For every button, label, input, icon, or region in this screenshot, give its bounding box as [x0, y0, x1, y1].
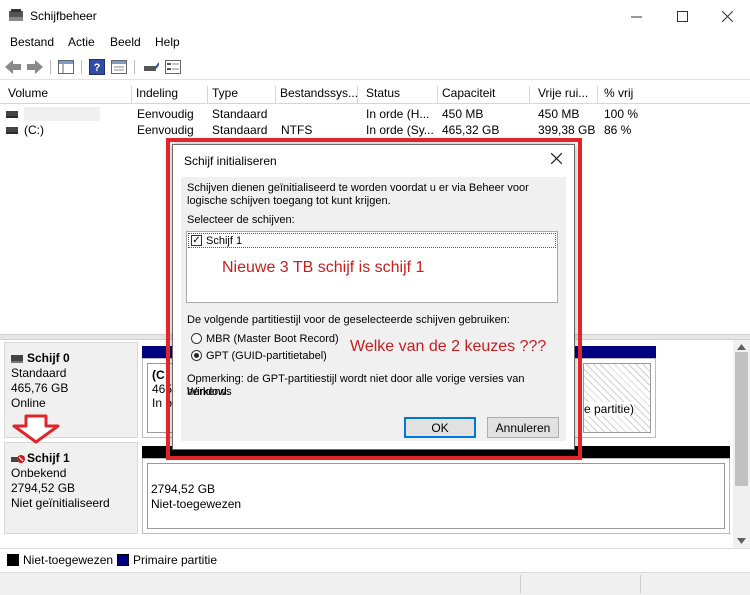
unallocated-label: Niet-toegewezen — [151, 497, 242, 511]
scroll-thumb[interactable] — [735, 352, 748, 486]
column-header-percent-free[interactable]: % vrij — [600, 86, 648, 103]
volume-layout: Eenvoudig — [137, 123, 194, 137]
title-bar: Schijfbeheer — [0, 0, 750, 32]
disk-plug-icon — [144, 62, 159, 71]
properties-button[interactable] — [110, 58, 128, 76]
status-bar — [0, 572, 750, 595]
volume-free-space: 399,38 GB — [538, 123, 596, 137]
menu-file[interactable]: Bestand — [10, 35, 54, 49]
legend-unallocated-label: Niet-toegewezen — [23, 553, 114, 567]
legend-unallocated-swatch — [7, 554, 19, 566]
volume-icon — [6, 127, 18, 134]
header-divider — [0, 103, 750, 104]
volume-icon — [6, 111, 18, 118]
disk-0-size: 465,76 GB — [11, 381, 69, 395]
partition-system-label: e partitie) — [584, 402, 635, 416]
unallocated-size: 2794,52 GB — [151, 482, 216, 496]
window-title: Schijfbeheer — [30, 9, 97, 23]
vertical-scrollbar[interactable] — [733, 340, 750, 548]
unallocated-space[interactable]: 2794,52 GB Niet-toegewezen — [147, 463, 725, 529]
maximize-icon — [676, 10, 688, 22]
close-button[interactable] — [704, 0, 750, 32]
toolbar-separator — [81, 60, 82, 74]
red-arrow-annotation — [12, 414, 60, 444]
minimize-button[interactable] — [613, 0, 659, 32]
legend-bar: Niet-toegewezen Primaire partitie — [0, 548, 750, 572]
forward-button[interactable] — [26, 58, 44, 76]
status-separator — [640, 575, 641, 593]
table-row[interactable]: (C:) Eenvoudig Standaard NTFS In orde (S… — [0, 122, 750, 138]
column-header-filesystem[interactable]: Bestandssys... — [276, 86, 358, 103]
column-header-status[interactable]: Status — [362, 86, 438, 103]
volume-name-placeholder — [24, 107, 100, 121]
annotation-disk-note: Nieuwe 3 TB schijf is schijf 1 — [222, 259, 425, 276]
annotation-question: Welke van de 2 keuzes ??? — [350, 338, 547, 355]
disk-0-status: Online — [11, 396, 46, 410]
column-header-layout[interactable]: Indeling — [132, 86, 208, 103]
minimize-icon — [630, 16, 642, 17]
volume-status: In orde (H... — [366, 107, 430, 121]
volume-status: In orde (Sy... — [366, 123, 434, 137]
properties-icon — [111, 60, 127, 74]
column-header-volume[interactable]: Volume — [4, 86, 132, 103]
disk-icon — [11, 354, 23, 363]
table-row[interactable]: Eenvoudig Standaard In orde (H... 450 MB… — [0, 106, 750, 122]
help-icon: ? — [89, 59, 105, 75]
svg-text:?: ? — [94, 62, 101, 74]
disk-1-size: 2794,52 GB — [11, 481, 76, 495]
help-button[interactable]: ? — [88, 58, 106, 76]
console-tree-icon — [58, 60, 74, 74]
disk-0-type: Standaard — [11, 366, 67, 380]
maximize-button[interactable] — [659, 0, 705, 32]
disk-1-partitions: 2794,52 GB Niet-toegewezen — [142, 458, 730, 534]
disk-1-status: Niet geïnitialiseerd — [11, 496, 110, 510]
back-button[interactable] — [4, 58, 22, 76]
highlight-box — [166, 138, 582, 460]
disk-1-type: Onbekend — [11, 466, 67, 480]
menu-action[interactable]: Actie — [68, 35, 95, 49]
column-header-type[interactable]: Type — [208, 86, 276, 103]
disk-list-button[interactable] — [164, 58, 182, 76]
disk-1-name: Schijf 1 — [27, 451, 70, 465]
legend-primary-label: Primaire partitie — [133, 553, 218, 567]
volume-name: (C:) — [24, 123, 44, 137]
toolbar: ? — [0, 54, 750, 80]
disk-0-name: Schijf 0 — [27, 351, 70, 365]
menu-view[interactable]: Beeld — [110, 35, 141, 49]
forward-arrow-icon — [27, 60, 43, 74]
volume-percent-free: 86 % — [604, 123, 632, 137]
disk-not-initialized-icon — [11, 454, 25, 463]
menu-bar: Bestand Actie Beeld Help — [0, 32, 750, 53]
volume-filesystem: NTFS — [281, 123, 313, 137]
column-header-free-space[interactable]: Vrije rui... — [534, 86, 598, 103]
scroll-up-icon[interactable] — [737, 344, 746, 350]
volume-layout: Eenvoudig — [137, 107, 194, 121]
disk-management-icon — [9, 9, 23, 21]
column-header-capacity[interactable]: Capaciteit — [438, 86, 530, 103]
disk-1-info[interactable]: Schijf 1 Onbekend 2794,52 GB Niet geïnit… — [4, 442, 138, 534]
volume-percent-free: 100 % — [604, 107, 639, 121]
volume-capacity: 450 MB — [442, 107, 484, 121]
scroll-down-icon[interactable] — [737, 538, 746, 544]
toolbar-separator — [134, 60, 135, 74]
disk-list-icon — [165, 60, 181, 74]
connect-disk-button[interactable] — [142, 58, 160, 76]
back-arrow-icon — [5, 60, 21, 74]
toolbar-separator — [50, 60, 51, 74]
close-icon — [721, 10, 733, 22]
legend-primary-swatch — [117, 554, 129, 566]
volume-type: Standaard — [212, 123, 268, 137]
volume-capacity: 465,32 GB — [442, 123, 500, 137]
show-hide-console-tree-button[interactable] — [57, 58, 75, 76]
volume-free-space: 450 MB — [538, 107, 580, 121]
partition-system[interactable]: e partitie) — [583, 363, 651, 433]
status-separator — [520, 575, 521, 593]
menu-help[interactable]: Help — [155, 35, 180, 49]
volume-type: Standaard — [212, 107, 268, 121]
